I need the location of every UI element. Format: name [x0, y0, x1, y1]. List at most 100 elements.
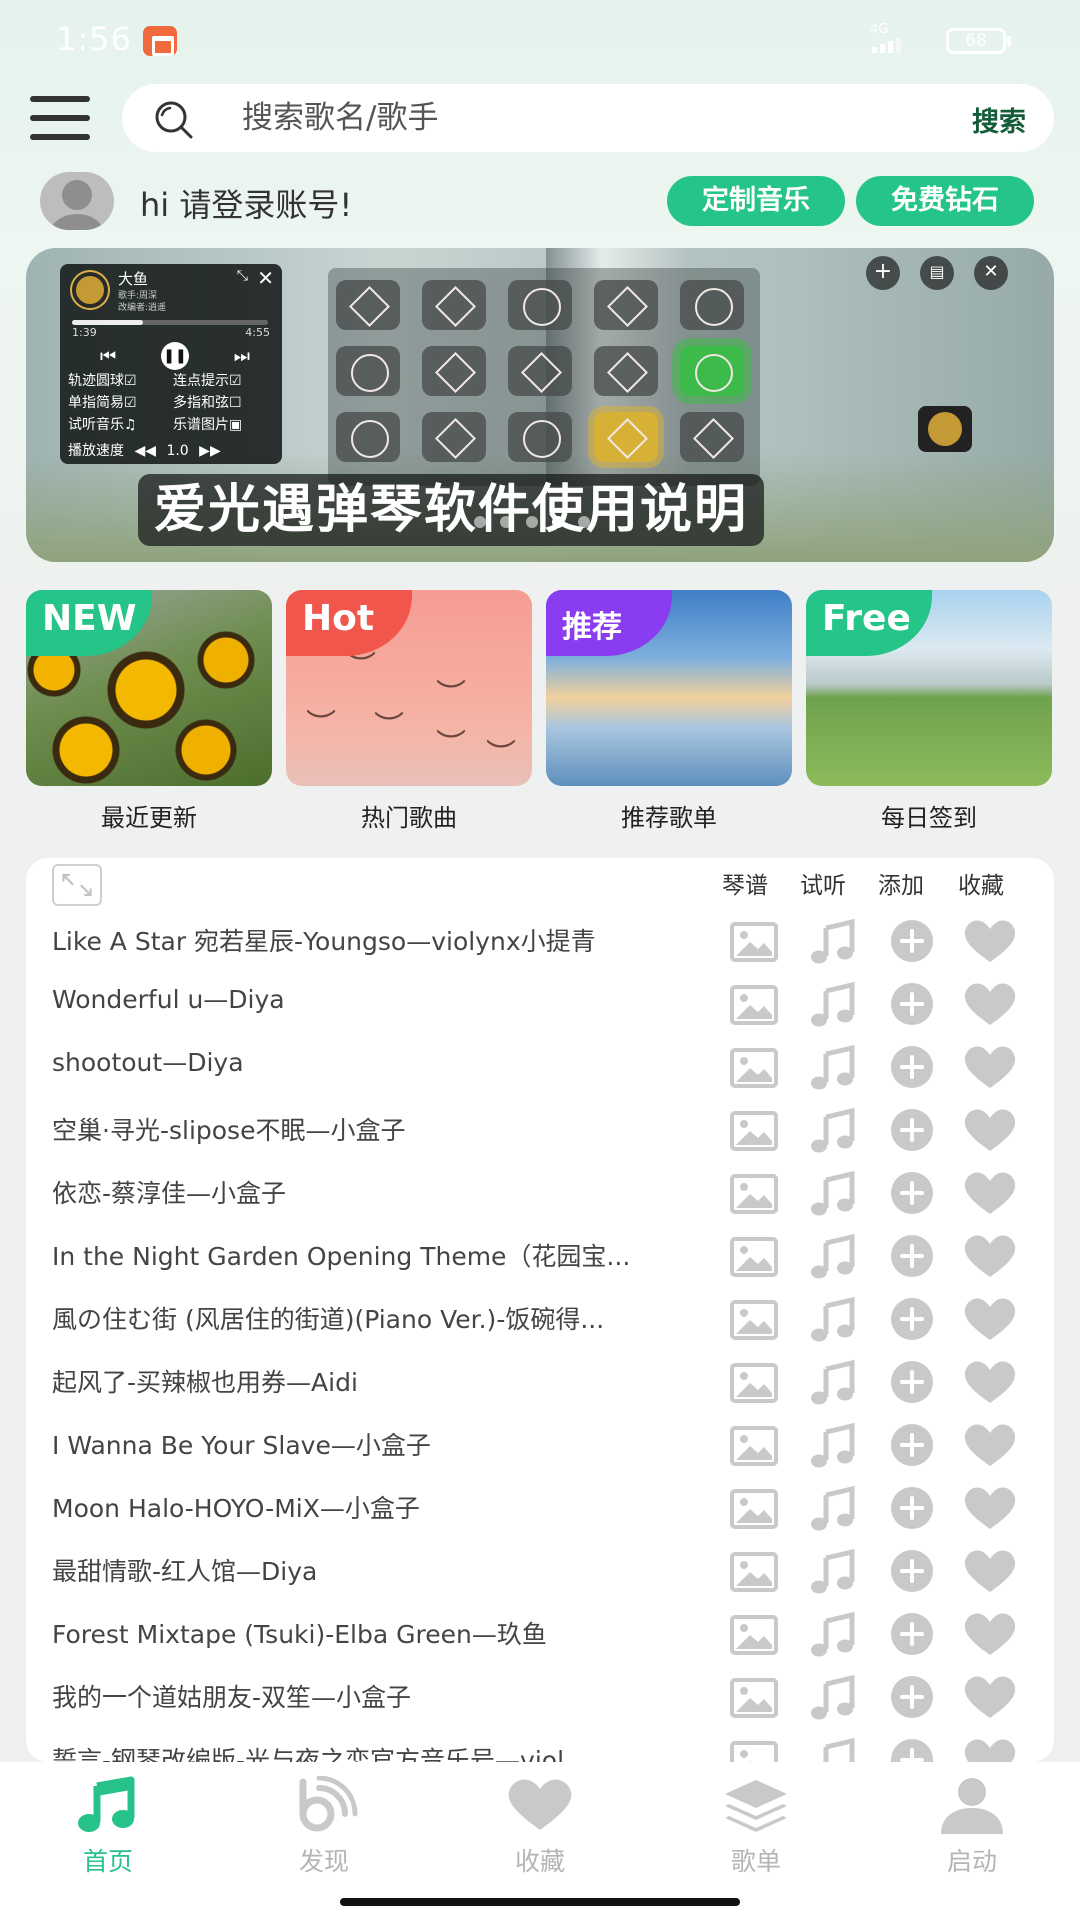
category-hot-songs[interactable]: ︶ ︶ ︶ ︶ ︶ ︶ Hot 热门歌曲 — [286, 590, 532, 833]
song-row[interactable]: 起风了-买辣椒也用券—Aidi — [26, 1351, 1054, 1414]
sheet-image-icon[interactable] — [726, 1483, 782, 1533]
song-row[interactable]: Forest Mixtape (Tsuki)-Elba Green—玖鱼 — [26, 1603, 1054, 1666]
listen-music-icon[interactable] — [804, 1294, 860, 1344]
song-row[interactable]: Like A Star 宛若星辰-Youngso—violynx小提青 — [26, 910, 1054, 973]
search-bar[interactable]: 搜索 — [122, 84, 1054, 152]
song-title[interactable]: In the Night Garden Opening Theme（花园宝... — [52, 1237, 732, 1273]
nav-playlists[interactable]: 歌单 — [686, 1776, 826, 1878]
sheet-image-icon[interactable] — [726, 1231, 782, 1281]
song-row[interactable]: 依恋-蔡淳佳—小盒子 — [26, 1162, 1054, 1225]
favorite-heart-icon[interactable] — [962, 1483, 1018, 1533]
song-title[interactable]: 起风了-买辣椒也用券—Aidi — [52, 1363, 732, 1399]
favorite-heart-icon[interactable] — [962, 1294, 1018, 1344]
custom-music-button[interactable]: 定制音乐 — [667, 176, 845, 226]
song-row[interactable]: 風の住む街 (风居住的街道)(Piano Ver.)-饭碗得... — [26, 1288, 1054, 1351]
song-title[interactable]: 誓言-钢琴改编版-光与夜之恋官方音乐号—viol... — [52, 1741, 732, 1762]
listen-music-icon[interactable] — [804, 1042, 860, 1092]
song-row[interactable]: In the Night Garden Opening Theme（花园宝... — [26, 1225, 1054, 1288]
song-row[interactable]: 我的一个道姑朋友-双笙—小盒子 — [26, 1666, 1054, 1729]
favorite-heart-icon[interactable] — [962, 1546, 1018, 1596]
song-title[interactable]: 我的一个道姑朋友-双笙—小盒子 — [52, 1678, 732, 1714]
add-icon[interactable] — [884, 1483, 940, 1533]
favorite-heart-icon[interactable] — [962, 916, 1018, 966]
add-icon[interactable] — [884, 1357, 940, 1407]
favorite-heart-icon[interactable] — [962, 979, 1018, 1029]
category-recommended-playlists[interactable]: 推荐 推荐歌单 — [546, 590, 792, 833]
sheet-image-icon[interactable] — [726, 916, 782, 966]
banner-carousel[interactable]: 大鱼 歌手:周深 改编者:逍遥 ⤡ ✕ 1:39 4:55 ⏮ ❚❚ ⏭ 轨迹圆… — [26, 248, 1054, 562]
sheet-image-icon[interactable] — [726, 1546, 782, 1596]
song-row[interactable]: Moon Halo-HOYO-MiX—小盒子 — [26, 1477, 1054, 1540]
add-icon[interactable] — [884, 1735, 940, 1762]
home-indicator[interactable] — [340, 1898, 740, 1906]
song-title[interactable]: 最甜情歌-红人馆—Diya — [52, 1552, 732, 1588]
song-row[interactable]: 最甜情歌-红人馆—Diya — [26, 1540, 1054, 1603]
song-title[interactable]: shootout—Diya — [52, 1048, 732, 1077]
listen-music-icon[interactable] — [804, 1672, 860, 1722]
favorite-heart-icon[interactable] — [962, 1672, 1018, 1722]
add-icon[interactable] — [884, 1609, 940, 1659]
sheet-image-icon[interactable] — [726, 1609, 782, 1659]
add-icon[interactable] — [884, 916, 940, 966]
add-icon[interactable] — [884, 1546, 940, 1596]
song-title[interactable]: Forest Mixtape (Tsuki)-Elba Green—玖鱼 — [52, 1615, 732, 1651]
listen-music-icon[interactable] — [804, 916, 860, 966]
listen-music-icon[interactable] — [804, 1609, 860, 1659]
song-title[interactable]: I Wanna Be Your Slave—小盒子 — [52, 1426, 732, 1462]
sheet-image-icon[interactable] — [726, 1294, 782, 1344]
free-diamonds-button[interactable]: 免费钻石 — [856, 176, 1034, 226]
favorite-heart-icon[interactable] — [962, 1609, 1018, 1659]
song-row[interactable]: Wonderful u—Diya — [26, 973, 1054, 1036]
search-button[interactable]: 搜索 — [972, 100, 1026, 139]
listen-music-icon[interactable] — [804, 1483, 860, 1533]
favorite-heart-icon[interactable] — [962, 1357, 1018, 1407]
favorite-heart-icon[interactable] — [962, 1231, 1018, 1281]
listen-music-icon[interactable] — [804, 1231, 860, 1281]
sheet-image-icon[interactable] — [726, 1735, 782, 1762]
favorite-heart-icon[interactable] — [962, 1105, 1018, 1155]
song-title[interactable]: Wonderful u—Diya — [52, 985, 732, 1014]
avatar[interactable] — [40, 172, 114, 230]
add-icon[interactable] — [884, 1672, 940, 1722]
add-icon[interactable] — [884, 1042, 940, 1092]
favorite-heart-icon[interactable] — [962, 1420, 1018, 1470]
listen-music-icon[interactable] — [804, 979, 860, 1029]
song-row[interactable]: I Wanna Be Your Slave—小盒子 — [26, 1414, 1054, 1477]
sheet-image-icon[interactable] — [726, 1420, 782, 1470]
listen-music-icon[interactable] — [804, 1168, 860, 1218]
sheet-image-icon[interactable] — [726, 1105, 782, 1155]
expand-icon[interactable] — [52, 864, 102, 906]
favorite-heart-icon[interactable] — [962, 1168, 1018, 1218]
add-icon[interactable] — [884, 1420, 940, 1470]
add-icon[interactable] — [884, 1105, 940, 1155]
song-title[interactable]: 風の住む街 (风居住的街道)(Piano Ver.)-饭碗得... — [52, 1300, 732, 1336]
song-title[interactable]: Moon Halo-HOYO-MiX—小盒子 — [52, 1489, 732, 1525]
add-icon[interactable] — [884, 1231, 940, 1281]
nav-home[interactable]: 首页 — [38, 1776, 178, 1878]
nav-favorites[interactable]: 收藏 — [470, 1776, 610, 1878]
favorite-heart-icon[interactable] — [962, 1735, 1018, 1762]
listen-music-icon[interactable] — [804, 1105, 860, 1155]
listen-music-icon[interactable] — [804, 1735, 860, 1762]
listen-music-icon[interactable] — [804, 1420, 860, 1470]
song-title[interactable]: Like A Star 宛若星辰-Youngso—violynx小提青 — [52, 922, 732, 958]
nav-discover[interactable]: 发现 — [254, 1776, 394, 1878]
song-row[interactable]: 空巢·寻光-slipose不眠—小盒子 — [26, 1099, 1054, 1162]
add-icon[interactable] — [884, 1294, 940, 1344]
nav-launch[interactable]: 启动 — [902, 1776, 1042, 1878]
sheet-image-icon[interactable] — [726, 1357, 782, 1407]
category-recent-updates[interactable]: NEW 最近更新 — [26, 590, 272, 833]
favorite-heart-icon[interactable] — [962, 1042, 1018, 1092]
song-title[interactable]: 空巢·寻光-slipose不眠—小盒子 — [52, 1111, 732, 1147]
sheet-image-icon[interactable] — [726, 979, 782, 1029]
sheet-image-icon[interactable] — [726, 1042, 782, 1092]
listen-music-icon[interactable] — [804, 1546, 860, 1596]
login-prompt[interactable]: hi 请登录账号! — [140, 180, 352, 226]
add-icon[interactable] — [884, 979, 940, 1029]
song-title[interactable]: 依恋-蔡淳佳—小盒子 — [52, 1174, 732, 1210]
search-input[interactable] — [242, 98, 882, 138]
add-icon[interactable] — [884, 1168, 940, 1218]
song-row[interactable]: shootout—Diya — [26, 1036, 1054, 1099]
category-daily-checkin[interactable]: Free 每日签到 — [806, 590, 1052, 833]
song-row[interactable]: 誓言-钢琴改编版-光与夜之恋官方音乐号—viol... — [26, 1729, 1054, 1762]
